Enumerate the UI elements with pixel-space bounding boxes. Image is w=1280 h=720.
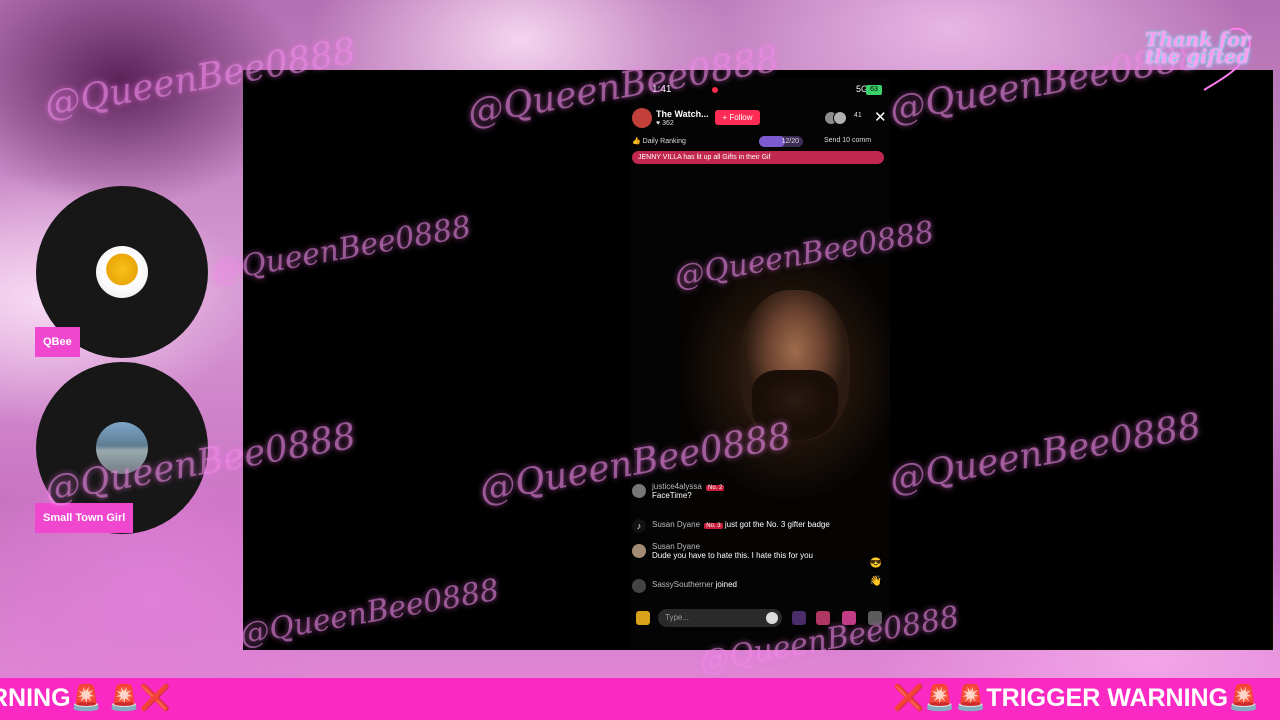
chat-text: just got the No. 3 gifter badge xyxy=(724,520,830,529)
avatar xyxy=(96,422,148,474)
people-icon[interactable] xyxy=(792,611,806,625)
thank-you-text: Thank for the gifted xyxy=(1145,29,1250,68)
participant-name-tag: Small Town Girl xyxy=(35,503,134,533)
host-likes: ♥ 362 xyxy=(656,120,674,127)
gift-banner[interactable]: JENNY VILLA has lit up all Gifts in thei… xyxy=(632,151,884,164)
thank-you-logo: Thank for the gifted xyxy=(1140,22,1255,97)
tiktok-icon: ♪ xyxy=(632,519,646,533)
ranking-row: 👍 Daily Ranking 12/20 Send 10 comm xyxy=(632,136,890,148)
sunglasses-emoji-icon[interactable]: 😎 xyxy=(870,558,882,569)
follow-button[interactable]: + Follow xyxy=(715,110,760,125)
host-avatar[interactable] xyxy=(632,108,652,128)
ticker-text: RNING🚨 🚨❌ xyxy=(0,684,171,712)
phone-status-bar: 1:41 5G 63 xyxy=(652,84,882,98)
goal-progress[interactable]: 12/20 xyxy=(759,136,803,147)
daily-ranking-label: Daily Ranking xyxy=(642,138,686,145)
bee-avatar xyxy=(96,246,148,298)
chat-message: Susan Dyane Dude you have to hate this. … xyxy=(632,542,890,569)
trigger-warning-ticker: RNING🚨 🚨❌ ❌🚨🚨TRIGGER WARNING🚨 xyxy=(0,678,1280,720)
chat-username[interactable]: SassySoutherner xyxy=(652,580,713,589)
chat-message: justice4alyssa No. 2 FaceTime? xyxy=(632,482,890,500)
avatar[interactable] xyxy=(632,484,646,498)
chat-username[interactable]: Susan Dyane xyxy=(652,542,700,551)
rose-icon[interactable] xyxy=(816,611,830,625)
chat-text: joined xyxy=(715,580,737,589)
viewer-count: 41 xyxy=(854,112,862,119)
avatar[interactable] xyxy=(632,579,646,593)
share-icon[interactable] xyxy=(868,611,882,625)
recording-dot-icon xyxy=(712,87,718,93)
battery-icon: 63 xyxy=(866,85,882,95)
ticker-text: ❌🚨🚨TRIGGER WARNING🚨 xyxy=(893,684,1260,712)
likes-count: 362 xyxy=(662,120,674,127)
send-comments-task[interactable]: Send 10 comm xyxy=(824,137,871,144)
streamer-beard xyxy=(752,370,838,440)
chat-text: Dude you have to hate this. I hate this … xyxy=(652,551,813,560)
gifter-badge: No. 2 xyxy=(706,485,725,491)
gifter-badge: No. 3 xyxy=(704,523,723,529)
avatar[interactable] xyxy=(632,544,646,558)
chat-message: ♪ Susan Dyane No. 3 just got the No. 3 g… xyxy=(632,519,890,533)
viewer-avatar[interactable] xyxy=(833,111,847,125)
host-name[interactable]: The Watch... xyxy=(656,109,709,119)
daily-ranking[interactable]: 👍 Daily Ranking xyxy=(632,137,686,145)
chat-text: FaceTime? xyxy=(652,491,692,500)
emoji-icon[interactable] xyxy=(766,612,778,624)
goal-progress-text: 12/20 xyxy=(781,138,799,145)
participant-name-tag: QBee xyxy=(35,327,80,357)
close-icon[interactable]: ✕ xyxy=(874,108,887,126)
wave-hand-icon[interactable]: 👋 xyxy=(870,576,882,587)
chat-username[interactable]: Susan Dyane xyxy=(652,520,700,529)
chat-input[interactable]: Type... xyxy=(658,609,782,627)
chat-username[interactable]: justice4alyssa xyxy=(652,482,702,491)
chat-message: SassySoutherner joined 👋 xyxy=(632,576,890,593)
gift-icon[interactable] xyxy=(842,611,856,625)
status-time: 1:41 xyxy=(652,84,672,95)
host-header: The Watch... ♥ 362 + Follow 41 ✕ xyxy=(632,107,890,129)
gift-box-icon[interactable] xyxy=(636,611,650,625)
chat-input-row: Type... xyxy=(632,608,890,628)
top-viewers[interactable] xyxy=(824,111,848,125)
